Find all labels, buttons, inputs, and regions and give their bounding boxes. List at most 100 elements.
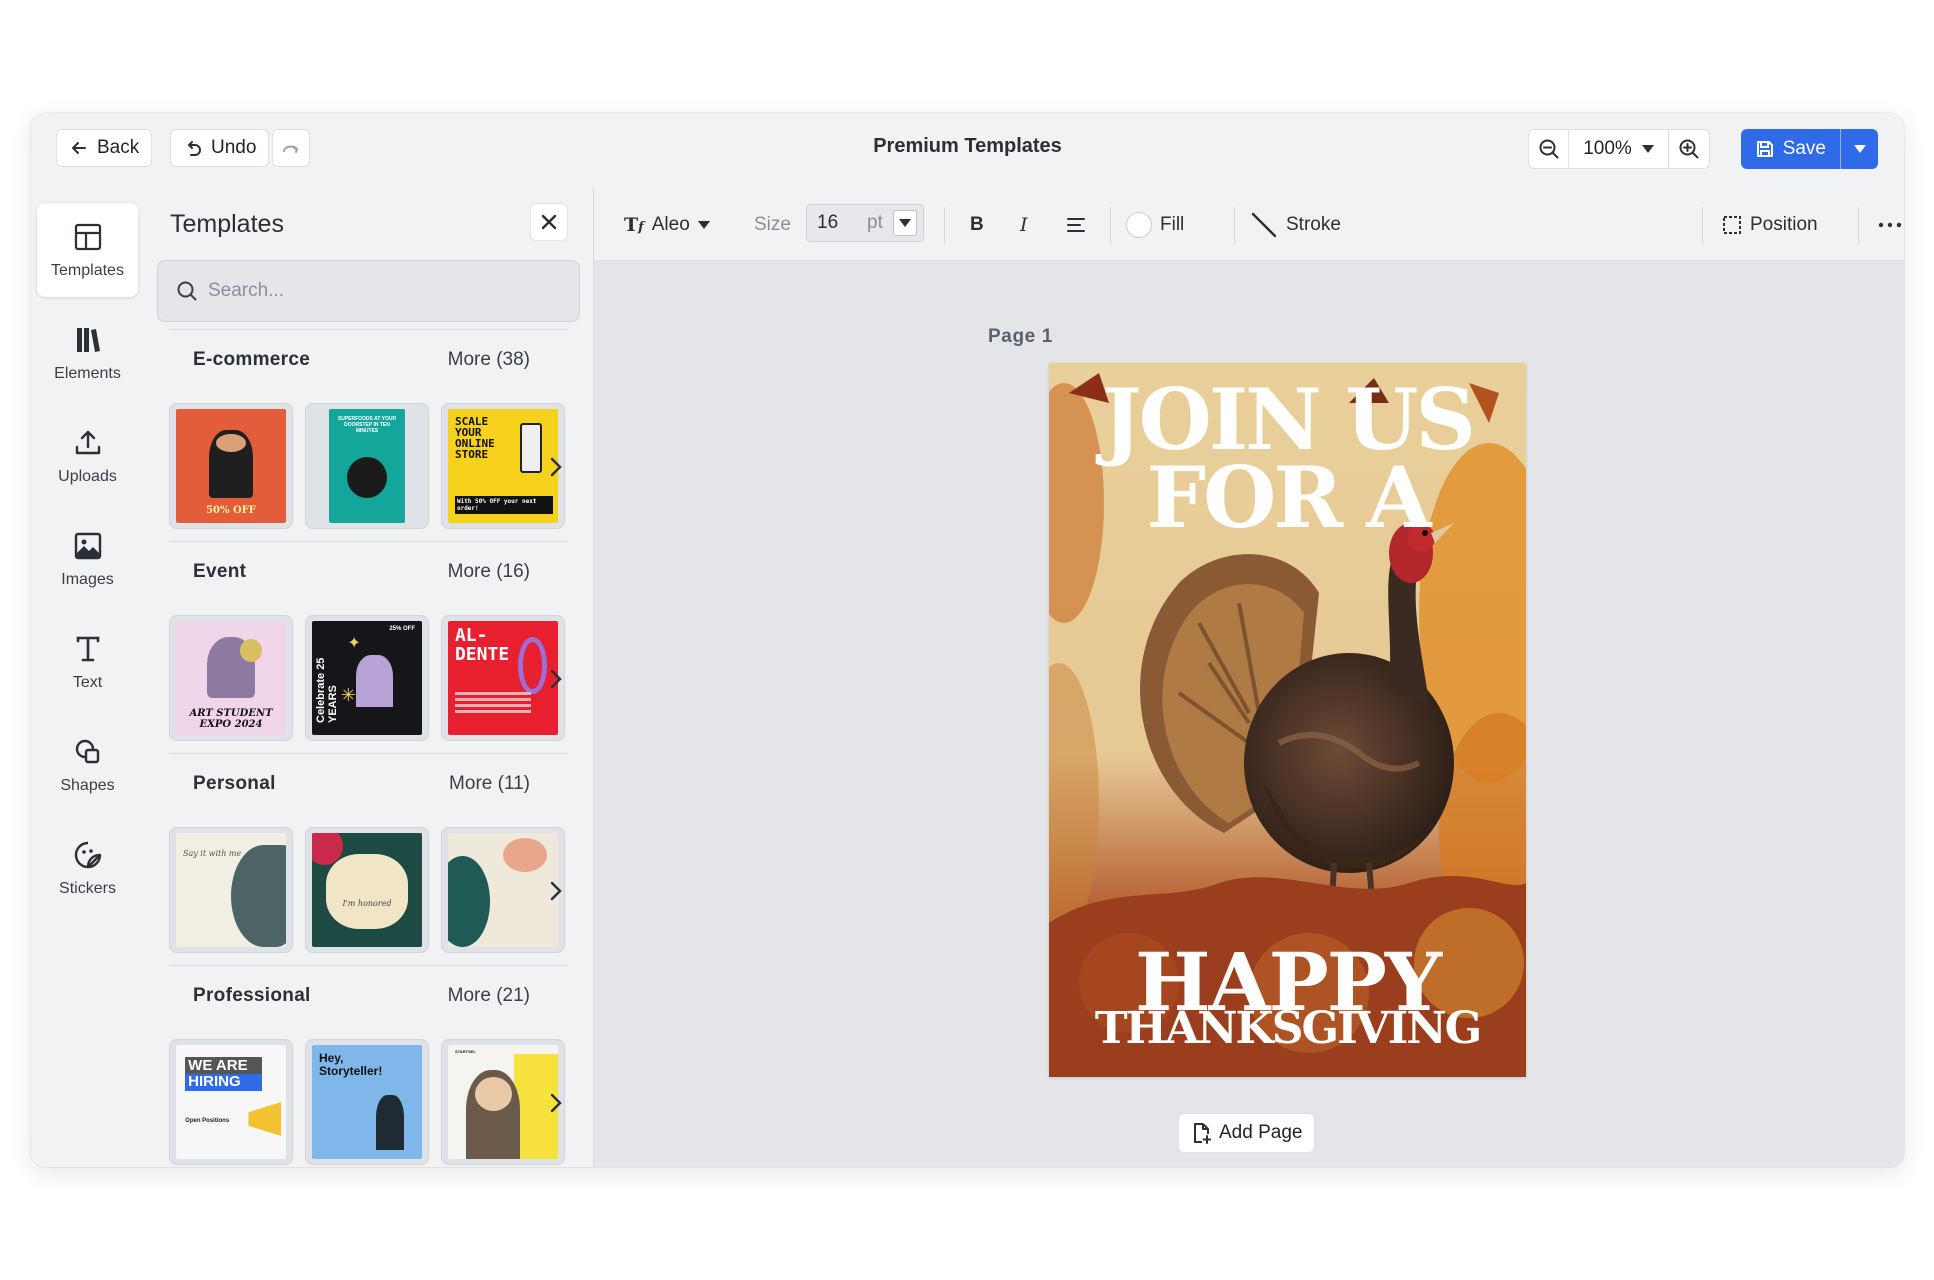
thumb-text: Celebrate 25 YEARS	[314, 657, 339, 724]
undo-label: Undo	[211, 137, 257, 158]
rail-item-templates[interactable]: Templates	[37, 203, 138, 297]
add-page-button[interactable]: Add Page	[1178, 1113, 1316, 1153]
chevron-right-icon	[550, 1093, 562, 1113]
template-thumbnail[interactable]: ART STUDENT EXPO 2024	[169, 615, 293, 741]
thumbnail-row: ART STUDENT EXPO 2024 Celebrate 25 YEARS…	[169, 615, 568, 741]
thumb-subtext: Open Positions	[185, 1117, 230, 1124]
position-button[interactable]: Position	[1722, 207, 1818, 243]
text-toolbar: Tf Aleo Size 16 pt B I Fill Stroke Posit…	[594, 187, 1904, 261]
caret-down-icon	[1853, 145, 1866, 153]
poster-headline[interactable]: JOIN US FOR A	[1049, 378, 1526, 540]
template-thumbnail[interactable]: WE ARE HIRING Open Positions	[169, 1039, 293, 1165]
template-section-personal: Personal More (11) Say it with me I'm ho…	[169, 753, 568, 965]
close-icon	[541, 214, 557, 230]
more-link[interactable]: More (11)	[449, 773, 530, 795]
design-page[interactable]: JOIN US FOR A HAPPY THANKSGIVING	[1049, 363, 1526, 1077]
rail-label-images: Images	[61, 570, 114, 588]
zoom-controls: 100%	[1528, 129, 1710, 169]
font-size-field[interactable]: 16 pt	[806, 204, 924, 242]
rail-label-shapes: Shapes	[60, 776, 115, 794]
thumb-text: I'm honored	[342, 899, 392, 909]
divider	[944, 207, 945, 245]
align-button[interactable]	[1066, 207, 1086, 243]
save-button[interactable]: Save	[1741, 129, 1840, 169]
align-left-icon	[1067, 218, 1085, 232]
template-thumbnail[interactable]: Say it with me	[169, 827, 293, 953]
thumb-text: Say it with me	[182, 849, 242, 859]
save-icon	[1756, 141, 1773, 157]
rail-item-elements[interactable]: Elements	[37, 306, 138, 400]
rail-item-shapes[interactable]: Shapes	[37, 718, 138, 812]
save-options-button[interactable]	[1840, 129, 1878, 169]
arrow-left-icon	[72, 142, 86, 154]
thumbnail-row: 50% OFF SUPERFOODS AT YOUR DOORSTEP IN T…	[169, 403, 568, 529]
thumb-text: STARTSEL	[454, 1048, 476, 1054]
zoom-in-button[interactable]	[1669, 130, 1709, 168]
page-label: Page 1	[988, 326, 1053, 347]
template-thumbnail[interactable]: SUPERFOODS AT YOUR DOORSTEP IN TEN MINUT…	[305, 403, 429, 529]
zoom-level: 100%	[1583, 138, 1632, 159]
elements-icon	[76, 327, 100, 352]
zoom-out-icon	[1539, 139, 1558, 159]
more-link[interactable]: More (21)	[448, 985, 530, 1007]
rail-item-text[interactable]: Text	[37, 615, 138, 709]
divider	[1234, 207, 1235, 245]
font-icon: Tf	[624, 214, 644, 236]
thumb-subtext: With 50% OFF your next order!	[454, 495, 554, 514]
scroll-next-button[interactable]	[546, 879, 566, 903]
template-section-professional: Professional More (21) WE ARE HIRING Ope…	[169, 965, 568, 1167]
scroll-next-button[interactable]	[546, 455, 566, 479]
fill-button[interactable]: Fill	[1126, 207, 1184, 243]
template-thumbnail[interactable]: Hey, Storyteller!	[305, 1039, 429, 1165]
thumb-text: 50% OFF	[206, 504, 256, 516]
stroke-button[interactable]: Stroke	[1250, 207, 1341, 243]
more-horizontal-icon	[1878, 222, 1902, 228]
editor-window: Back Undo Premium Templates 100% Save Te…	[31, 113, 1904, 1167]
rail-label-uploads: Uploads	[58, 467, 117, 485]
rail-label-stickers: Stickers	[59, 879, 116, 897]
rail-label-elements: Elements	[54, 364, 121, 382]
font-size-dropdown[interactable]	[893, 210, 917, 236]
undo-button[interactable]: Undo	[170, 129, 270, 167]
italic-button[interactable]: I	[1020, 207, 1028, 243]
more-options-button[interactable]	[1878, 207, 1902, 243]
back-button[interactable]: Back	[56, 129, 153, 167]
more-link[interactable]: More (38)	[448, 349, 530, 371]
no-stroke-icon	[1251, 212, 1277, 238]
thumb-subtext: 25% OFF	[389, 625, 416, 632]
more-link[interactable]: More (16)	[448, 561, 530, 583]
template-thumbnail[interactable]: Celebrate 25 YEARS ✦ ✳ 25% OFF	[305, 615, 429, 741]
divider	[1110, 207, 1111, 245]
section-title: Personal	[193, 773, 276, 794]
position-icon	[1723, 216, 1741, 234]
close-panel-button[interactable]	[530, 203, 568, 241]
rail-label-templates: Templates	[51, 261, 124, 279]
redo-icon	[283, 145, 298, 153]
redo-button[interactable]	[272, 129, 310, 167]
section-title: Professional	[193, 985, 311, 1006]
poster-footer-text[interactable]: HAPPY THANKSGIVING	[1049, 942, 1526, 1051]
divider	[1702, 207, 1703, 245]
template-thumbnail[interactable]: I'm honored	[305, 827, 429, 953]
thumb-text: WE ARE HIRING	[185, 1056, 262, 1091]
caret-down-icon	[1641, 145, 1654, 153]
position-label: Position	[1750, 214, 1818, 235]
rail-item-stickers[interactable]: Stickers	[37, 821, 138, 915]
scroll-next-button[interactable]	[546, 1091, 566, 1115]
font-select[interactable]: Tf Aleo	[624, 207, 710, 243]
rail-item-images[interactable]: Images	[37, 512, 138, 606]
divider	[1858, 207, 1859, 245]
template-thumbnail[interactable]: 50% OFF	[169, 403, 293, 529]
divider	[169, 541, 568, 542]
add-page-label: Add Page	[1219, 1122, 1303, 1143]
font-name: Aleo	[651, 214, 690, 235]
zoom-out-button[interactable]	[1529, 130, 1569, 168]
divider	[169, 753, 568, 754]
bold-button[interactable]: B	[970, 207, 984, 243]
thumb-text: SUPERFOODS AT YOUR DOORSTEP IN TEN MINUT…	[337, 416, 397, 435]
zoom-select[interactable]: 100%	[1569, 130, 1669, 168]
scroll-next-button[interactable]	[546, 667, 566, 691]
add-page-icon	[1194, 1123, 1211, 1144]
rail-item-uploads[interactable]: Uploads	[37, 409, 138, 503]
search-input[interactable]	[208, 280, 568, 302]
